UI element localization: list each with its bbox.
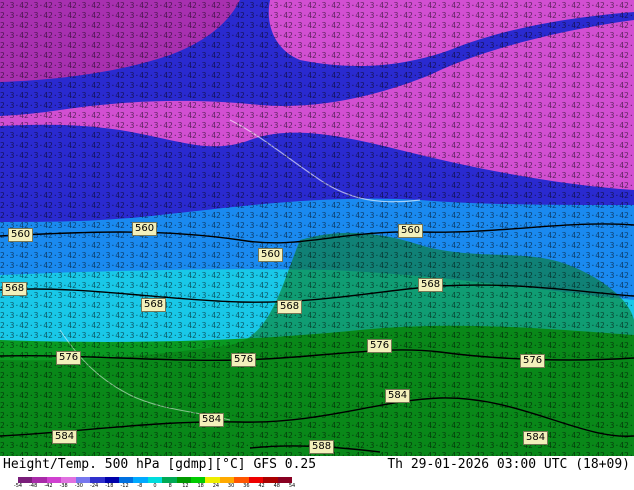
contour-label: 576 <box>520 354 546 368</box>
contour-label: 568 <box>418 278 444 292</box>
contour-label: 568 <box>2 282 28 296</box>
contour-label: 584 <box>199 413 225 427</box>
colorbar-tick-label: -18 <box>105 483 114 489</box>
temperature-map: 2·3·4 <box>0 0 634 456</box>
colorbar-tick-label: 0 <box>153 483 157 489</box>
temperature-digit-field <box>0 0 634 456</box>
contour-label: 560 <box>132 222 158 236</box>
contour-label: 588 <box>309 440 335 454</box>
contour-label: 560 <box>398 224 424 238</box>
contour-label: 560 <box>8 228 34 242</box>
colorbar-tick-label: 48 <box>273 483 280 489</box>
contour-label: 560 <box>258 248 284 262</box>
colorbar-tick-label: -24 <box>90 483 99 489</box>
colorbar-tick-label: 42 <box>258 483 265 489</box>
colorbar-tick-label: -54 <box>13 483 23 489</box>
valid-time: Th 29-01-2026 03:00 UTC (18+09) <box>387 457 630 472</box>
map-footer: Height/Temp. 500 hPa [gdmp][°C] GFS 0.25… <box>0 456 634 490</box>
colorbar-tick-label: -30 <box>74 483 83 489</box>
contour-label: 568 <box>277 300 303 314</box>
contour-label: 584 <box>52 430 78 444</box>
colorbar-tick-label: -8 <box>137 483 143 489</box>
contour-label: 584 <box>523 431 549 445</box>
contour-label: 584 <box>385 389 411 403</box>
product-title: Height/Temp. 500 hPa [gdmp][°C] GFS 0.25 <box>3 457 317 472</box>
colorbar-tick-label: 24 <box>212 483 220 489</box>
colorbar-tick-label: 12 <box>182 483 189 489</box>
weather-map-page: 2·3·4 560 560 560 560 568 568 568 568 57… <box>0 0 634 490</box>
colorbar-tick-label: -48 <box>29 483 38 489</box>
colorbar-tick-label: -38 <box>59 483 68 489</box>
colorbar-tick-label: 30 <box>227 483 235 489</box>
colorbar-tick-label: 8 <box>168 483 172 489</box>
colorbar-ticks: -54 -48 -42 -38 -30 -24 -18 -12 -8 0 8 12 18 24 30 36 42… <box>0 483 310 490</box>
contour-label: 576 <box>367 339 393 353</box>
colorbar-tick-label: 36 <box>243 483 250 489</box>
colorbar-tick-label: -42 <box>44 483 53 489</box>
contour-label: 568 <box>141 298 167 312</box>
colorbar-tick-label: -12 <box>120 483 129 489</box>
contour-label: 576 <box>56 351 82 365</box>
contour-label: 576 <box>231 353 257 367</box>
colorbar-tick-label: 54 <box>288 483 296 489</box>
colorbar-tick-label: 18 <box>197 483 204 489</box>
